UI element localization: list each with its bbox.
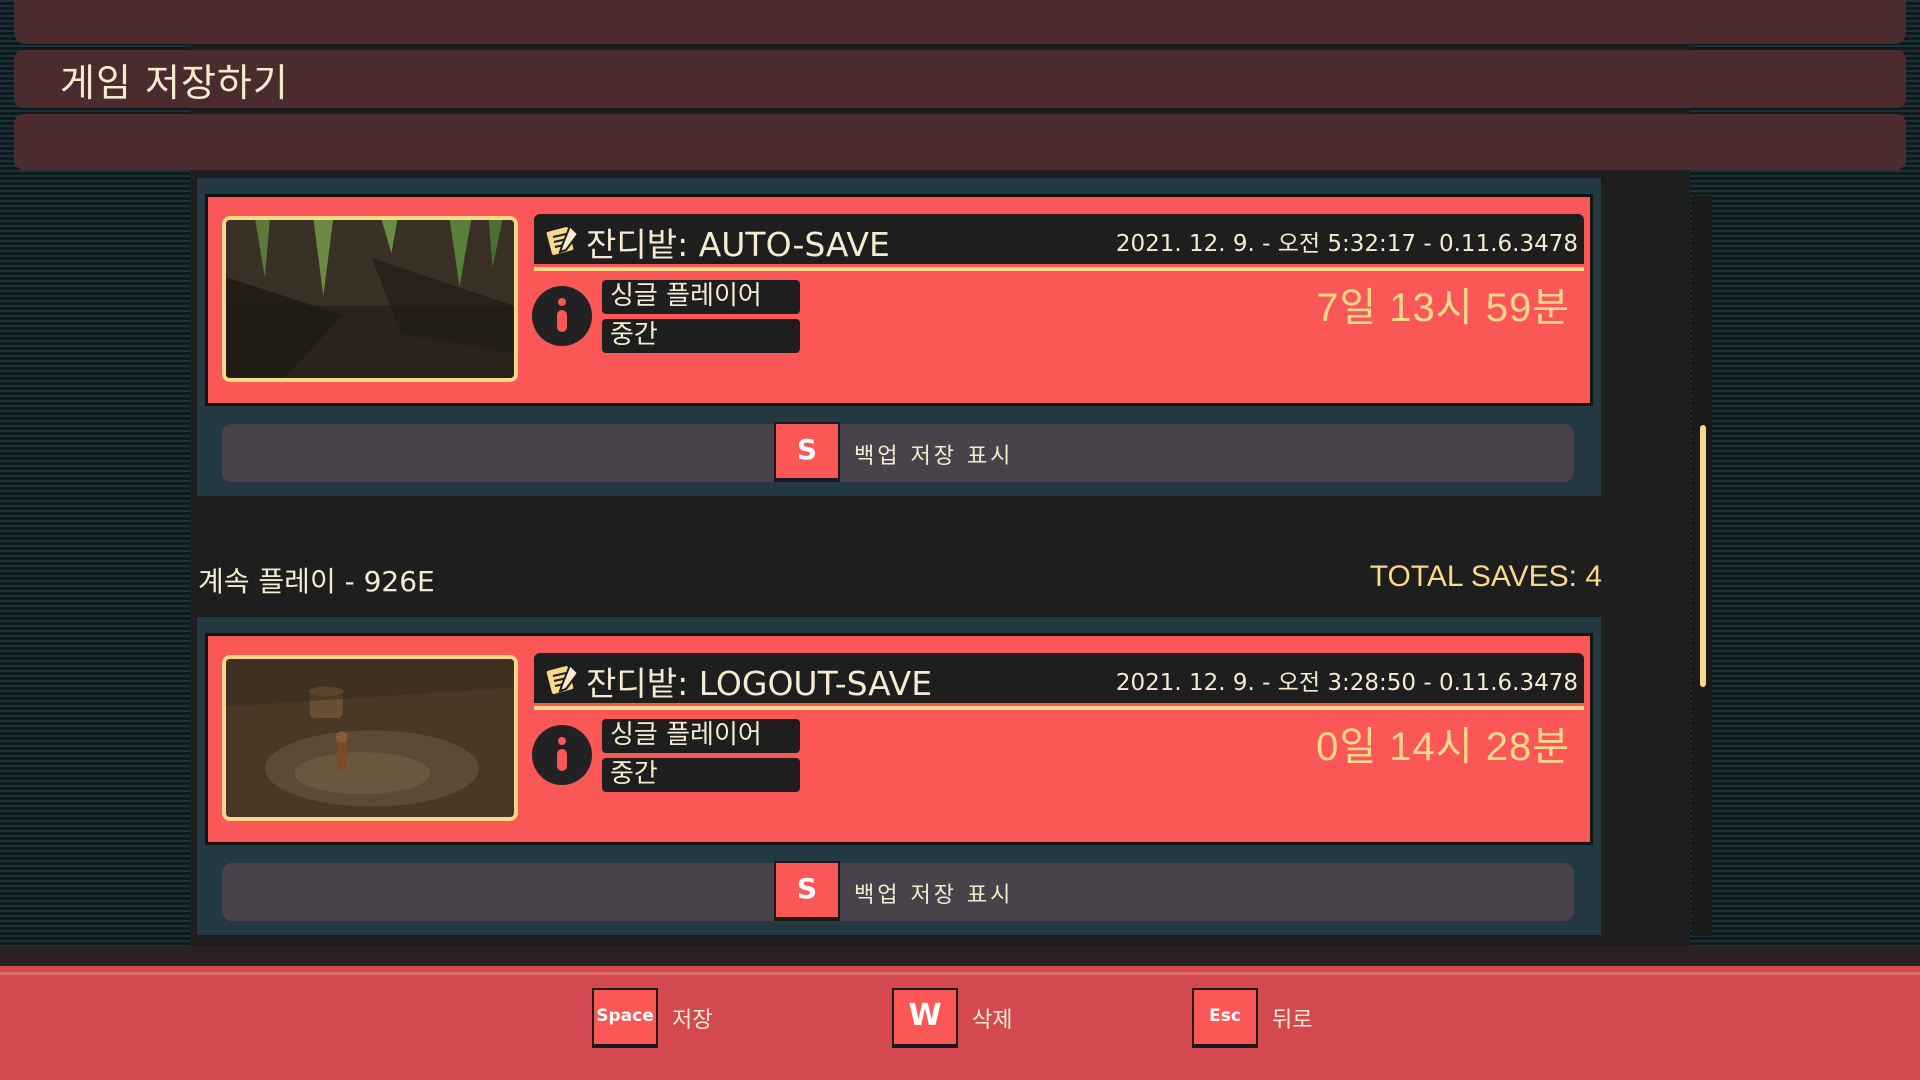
w-key-icon: W bbox=[892, 988, 958, 1048]
group-label: 계속 플레이 - 926E bbox=[198, 565, 435, 598]
header-sub-bar bbox=[14, 114, 1906, 170]
info-icon[interactable] bbox=[532, 286, 592, 346]
game-mode-tag: 싱글 플레이어 bbox=[602, 719, 800, 753]
save-thumbnail bbox=[222, 216, 518, 382]
save-card[interactable]: 잔디밭: LOGOUT-SAVE 2021. 12. 9. - 오전 3:28:… bbox=[205, 633, 1593, 845]
game-mode-tag: 싱글 플레이어 bbox=[602, 280, 800, 314]
info-icon[interactable] bbox=[532, 725, 592, 785]
space-key-icon: Space bbox=[592, 988, 658, 1048]
esc-key-icon: Esc bbox=[1192, 988, 1258, 1048]
save-hint-label: 저장 bbox=[672, 1008, 713, 1033]
footer-shade bbox=[0, 946, 1920, 966]
playtime: 7일 13시 59분 bbox=[1316, 286, 1570, 330]
playtime: 0일 14시 28분 bbox=[1316, 725, 1570, 769]
save-title-bar: 잔디밭: LOGOUT-SAVE 2021. 12. 9. - 오전 3:28:… bbox=[534, 653, 1584, 703]
title-underline bbox=[534, 267, 1584, 271]
footer-line bbox=[0, 972, 1920, 975]
delete-hint-label: 삭제 bbox=[972, 1008, 1013, 1033]
save-card[interactable]: 잔디밭: AUTO-SAVE 2021. 12. 9. - 오전 5:32:17… bbox=[205, 194, 1593, 406]
difficulty-tag: 중간 bbox=[602, 319, 800, 353]
header-top-strip bbox=[14, 0, 1906, 44]
save-group-panel: 잔디밭: LOGOUT-SAVE 2021. 12. 9. - 오전 3:28:… bbox=[197, 617, 1601, 935]
difficulty-tag: 중간 bbox=[602, 758, 800, 792]
back-hint-label: 뒤로 bbox=[1272, 1008, 1313, 1033]
total-saves: TOTAL SAVES: 4 bbox=[1369, 560, 1602, 593]
scrollbar-thumb[interactable] bbox=[1700, 425, 1706, 687]
key-s-icon: S bbox=[774, 861, 840, 921]
page-title: 게임 저장하기 bbox=[60, 61, 289, 105]
save-meta: 2021. 12. 9. - 오전 5:32:17 - 0.11.6.3478 bbox=[1115, 231, 1578, 257]
save-group-panel: 잔디밭: AUTO-SAVE 2021. 12. 9. - 오전 5:32:17… bbox=[197, 178, 1601, 496]
note-pencil-icon bbox=[544, 663, 580, 696]
note-pencil-icon bbox=[544, 224, 580, 257]
save-name: 잔디밭: LOGOUT-SAVE bbox=[586, 664, 933, 703]
show-backup-saves-button[interactable]: S 백업 저장 표시 bbox=[222, 422, 1574, 482]
save-thumbnail bbox=[222, 655, 518, 821]
title-underline bbox=[534, 706, 1584, 710]
backup-label: 백업 저장 표시 bbox=[854, 444, 1014, 469]
key-s-icon: S bbox=[774, 422, 840, 482]
save-title-bar: 잔디밭: AUTO-SAVE 2021. 12. 9. - 오전 5:32:17… bbox=[534, 214, 1584, 264]
footer-bar bbox=[0, 966, 1920, 1080]
save-name: 잔디밭: AUTO-SAVE bbox=[586, 225, 890, 264]
backup-label: 백업 저장 표시 bbox=[854, 883, 1014, 908]
header-title-bar bbox=[14, 50, 1906, 108]
show-backup-saves-button[interactable]: S 백업 저장 표시 bbox=[222, 861, 1574, 921]
save-meta: 2021. 12. 9. - 오전 3:28:50 - 0.11.6.3478 bbox=[1115, 670, 1578, 696]
